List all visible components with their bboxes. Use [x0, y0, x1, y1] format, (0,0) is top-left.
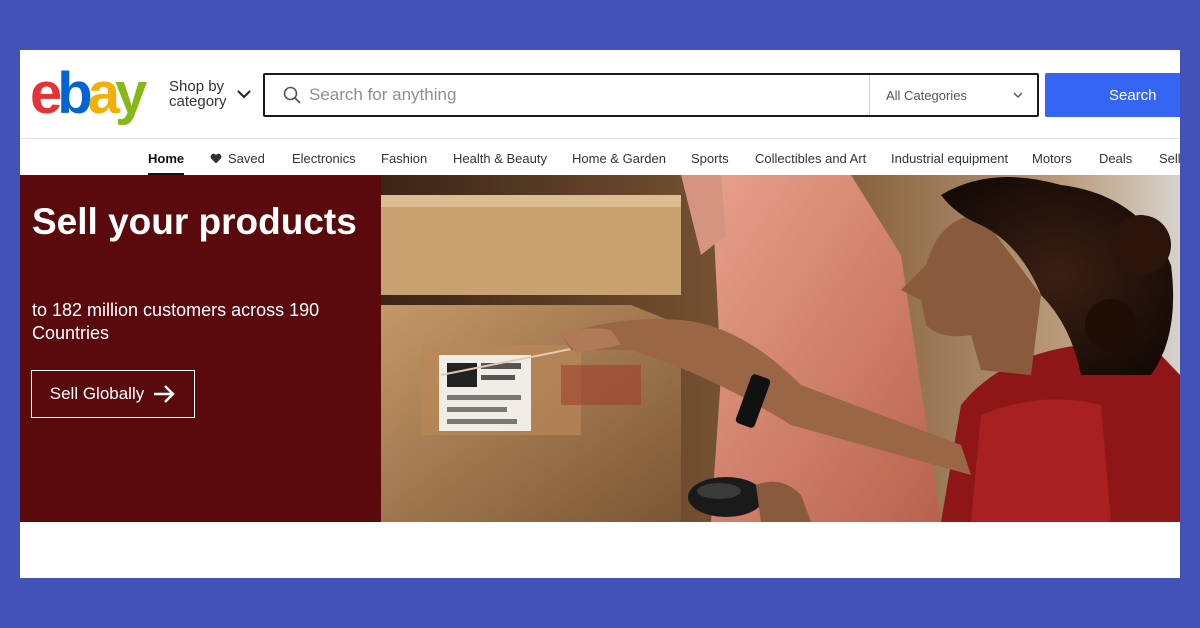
nav-item-label: Sell — [1159, 151, 1180, 166]
search-icon — [283, 86, 301, 104]
nav-item-label: Deals — [1099, 151, 1133, 166]
nav-item-health-beauty[interactable]: Health & Beauty — [453, 151, 547, 166]
nav-item-home-garden[interactable]: Home & Garden — [572, 151, 666, 166]
hero-photo — [381, 175, 1180, 522]
nav-item-label: Fashion — [381, 151, 428, 166]
nav-item-sports[interactable]: Sports — [691, 151, 729, 166]
logo-letter-a: a — [87, 61, 120, 126]
hero-banner: Sell your products to 182 million custom… — [20, 175, 1180, 522]
chevron-down-icon — [1013, 92, 1023, 98]
shop-by-category-label: Shop by category — [169, 78, 227, 110]
logo-letter-e: e — [30, 61, 62, 126]
category-nav: Home Saved Electronics Fashion Health & … — [20, 138, 1180, 175]
browser-page: ebay Shop by category All Categories Sea… — [20, 50, 1180, 578]
logo-letter-y: y — [114, 61, 147, 126]
nav-item-collectibles-art[interactable]: Collectibles and Art — [755, 151, 866, 166]
ebay-logo[interactable]: ebay — [30, 61, 147, 126]
hero-text-panel: Sell your products to 182 million custom… — [20, 175, 381, 522]
nav-item-saved[interactable]: Saved — [210, 151, 265, 166]
nav-item-fashion[interactable]: Fashion — [381, 151, 427, 166]
nav-item-label: Motors — [1032, 151, 1072, 166]
nav-item-industrial-equipment[interactable]: Industrial equipment — [891, 151, 1008, 166]
category-select[interactable]: All Categories — [869, 75, 1037, 115]
sell-globally-button[interactable]: Sell Globally — [31, 370, 195, 418]
nav-item-label: Saved — [228, 151, 265, 166]
nav-item-label: Collectibles and Art — [755, 151, 867, 166]
header: ebay Shop by category All Categories Sea… — [20, 50, 1180, 138]
nav-item-label: Sports — [691, 151, 729, 166]
logo-letter-b: b — [57, 61, 93, 126]
nav-item-sell[interactable]: Sell — [1159, 151, 1180, 166]
nav-item-label: Electronics — [292, 151, 356, 166]
chevron-down-icon — [237, 89, 251, 98]
nav-item-electronics[interactable]: Electronics — [292, 151, 356, 166]
nav-item-motors[interactable]: Motors — [1032, 151, 1072, 166]
arrow-right-icon — [154, 385, 175, 403]
nav-item-label: Home — [148, 151, 185, 166]
sell-globally-label: Sell Globally — [49, 384, 145, 403]
category-select-value: All Categories — [886, 87, 967, 103]
nav-item-home[interactable]: Home — [148, 151, 185, 175]
hero-title: Sell your products — [32, 201, 357, 242]
nav-item-label: Industrial equipment — [891, 151, 1009, 166]
nav-item-label: Health & Beauty — [453, 151, 547, 166]
search-input[interactable] — [309, 85, 849, 105]
heart-icon — [210, 153, 222, 164]
hero-subtitle: to 182 million customers across 190 Coun… — [32, 300, 320, 343]
search-button[interactable]: Search — [1045, 73, 1180, 117]
nav-item-label: Home & Garden — [572, 151, 666, 166]
nav-item-deals[interactable]: Deals — [1099, 151, 1132, 166]
shop-by-category-button[interactable]: Shop by category — [169, 79, 251, 109]
search-bar: All Categories — [263, 73, 1039, 117]
